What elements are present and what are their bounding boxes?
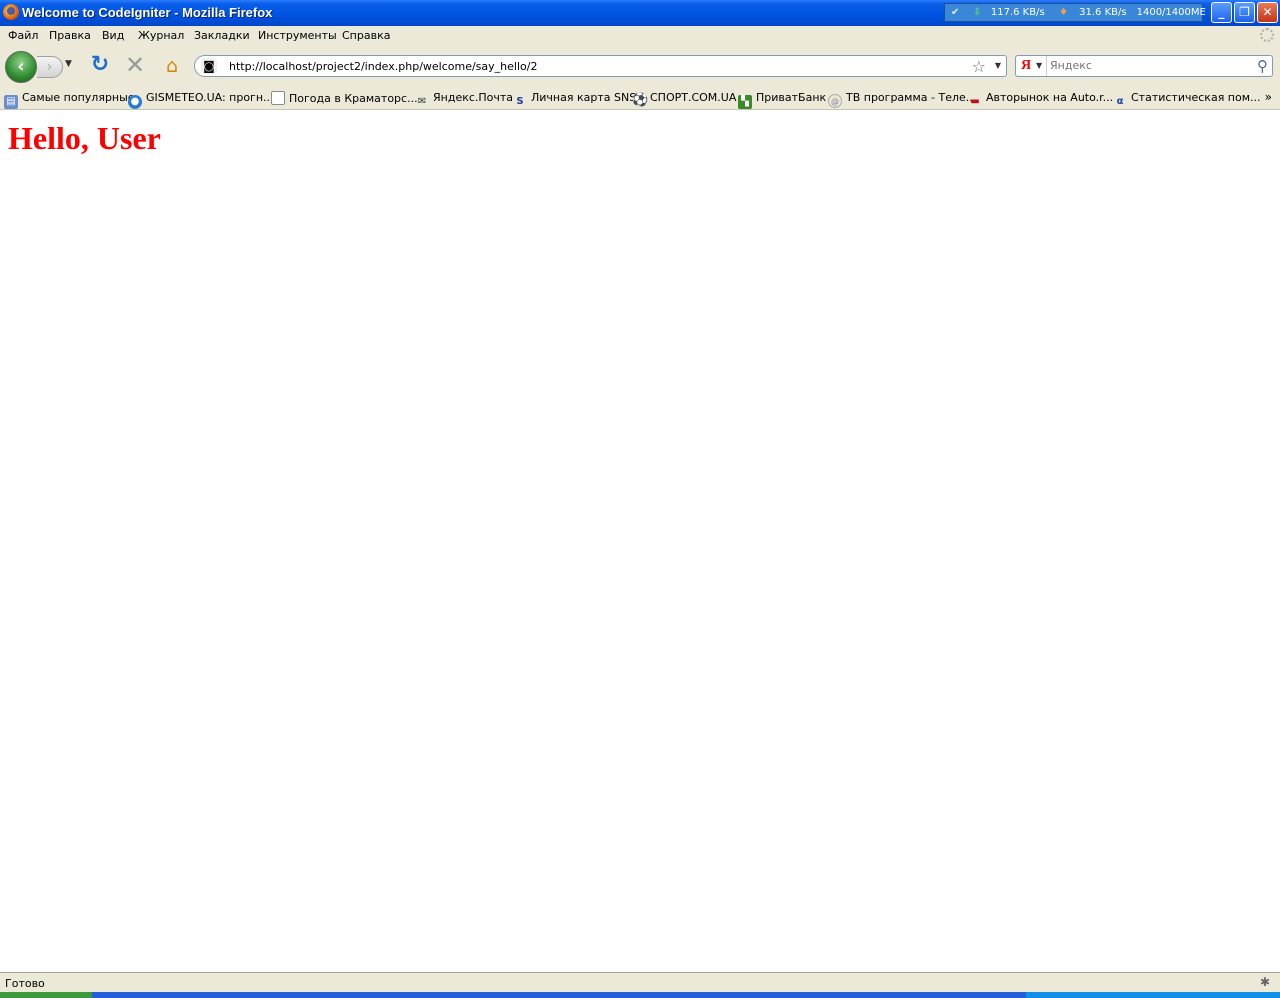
reload-icon[interactable]: ↻ (89, 54, 111, 76)
bookmarks-toolbar: ▤ Самые популярные ● GISMETEO.UA: прогн...… (0, 86, 1280, 110)
menu-history[interactable]: Журнал (138, 29, 184, 42)
sns-icon: S (516, 96, 524, 107)
check-icon: ✔ (951, 7, 960, 18)
bookmark-sns[interactable]: S Личная карта SNS (513, 91, 636, 109)
download-speed: ⇩ 117.6 KB/s (973, 7, 1045, 18)
home-icon[interactable]: ⌂ (161, 55, 183, 77)
search-bar: Я ▼ ⚲ (1015, 55, 1273, 77)
yandex-logo-icon[interactable]: Я (1021, 58, 1031, 74)
search-magnifier-icon[interactable]: ⚲ (1257, 57, 1268, 75)
bookmark-auto[interactable]: ▬ Авторынок на Auto.r... (968, 91, 1113, 109)
restore-button[interactable]: ❐ (1234, 2, 1255, 23)
menu-help[interactable]: Справка (342, 29, 390, 42)
traffic-counter: 1400/1400ME (1136, 7, 1206, 18)
status-bar: Готово ✱ (0, 972, 1280, 992)
throbber-icon (1260, 28, 1274, 42)
url-dropdown-icon[interactable]: ▼ (995, 61, 1001, 70)
bookmark-most-visited[interactable]: ▤ Самые популярные (4, 91, 135, 109)
title-bar: Welcome to CodeIgniter - Mozilla Firefox… (0, 0, 1280, 26)
bookmark-gismeteo[interactable]: ● GISMETEO.UA: прогн... (128, 91, 274, 109)
close-button[interactable]: ✕ (1257, 2, 1278, 23)
car-icon: ▬ (970, 96, 980, 107)
menu-tools[interactable]: Инструменты (258, 29, 337, 42)
bookmark-yandex-mail[interactable]: ✉ Яндекс.Почта (415, 91, 513, 109)
site-identity-icon[interactable]: ◙ (201, 58, 217, 74)
menu-edit[interactable]: Правка (49, 29, 91, 42)
upload-speed: ♦ 31.6 KB/s 1400/1400ME (1059, 7, 1206, 18)
page-icon (271, 91, 285, 105)
status-text: Готово (5, 977, 45, 990)
folder-icon: ▤ (4, 95, 18, 109)
minimize-button[interactable]: _ (1211, 2, 1232, 23)
url-text[interactable]: http://localhost/project2/index.php/welc… (229, 60, 537, 73)
taskbar (0, 992, 1280, 998)
page-heading: Hello, User (8, 120, 161, 156)
page-content: Hello, User (0, 110, 1280, 972)
bookmark-privatbank[interactable]: ▚ ПриватБанк (738, 91, 826, 109)
menu-bookmarks[interactable]: Закладки (194, 29, 250, 42)
menu-bar: Файл Правка Вид Журнал Закладки Инструме… (0, 26, 1280, 46)
firefox-icon (3, 4, 19, 20)
forward-button[interactable]: › (37, 56, 63, 78)
bookmark-statistics[interactable]: α Статистическая пом... (1113, 91, 1261, 109)
football-icon: ⚽ (632, 93, 649, 108)
stop-icon[interactable]: ✕ (124, 53, 146, 77)
bookmark-tv-program[interactable]: @ ТВ программа - Теле... (828, 91, 976, 108)
menu-file[interactable]: Файл (8, 29, 38, 42)
system-tray (1026, 992, 1280, 998)
bookmark-star-icon[interactable]: ☆ (972, 57, 986, 76)
menu-view[interactable]: Вид (102, 29, 124, 42)
mail-icon: ✉ (417, 96, 427, 107)
search-input[interactable] (1050, 59, 1250, 72)
back-button[interactable]: ‹ (5, 51, 37, 83)
chevron-more-icon[interactable]: » (1265, 90, 1272, 104)
water-drop-icon: ● (128, 95, 142, 109)
privatbank-icon: ▚ (738, 95, 752, 109)
bookmark-weather[interactable]: Погода в Краматорс... (271, 91, 418, 105)
bookmark-sport[interactable]: ⚽ СПОРТ.COM.UA (632, 91, 736, 108)
url-bar[interactable]: ◙ http://localhost/project2/index.php/we… (194, 55, 1007, 77)
history-dropdown-icon[interactable]: ▼ (65, 59, 72, 69)
alpha-icon: α (1116, 96, 1124, 107)
network-monitor: ✔ ⇩ 117.6 KB/s ♦ 31.6 KB/s 1400/1400ME (944, 3, 1206, 22)
addon-status-icon[interactable]: ✱ (1260, 975, 1276, 991)
search-engine-dropdown-icon[interactable]: ▼ (1036, 61, 1042, 70)
search-separator (1046, 56, 1047, 76)
tv-icon: @ (828, 94, 842, 108)
window-title: Welcome to CodeIgniter - Mozilla Firefox (22, 5, 273, 20)
start-button[interactable] (0, 992, 92, 998)
